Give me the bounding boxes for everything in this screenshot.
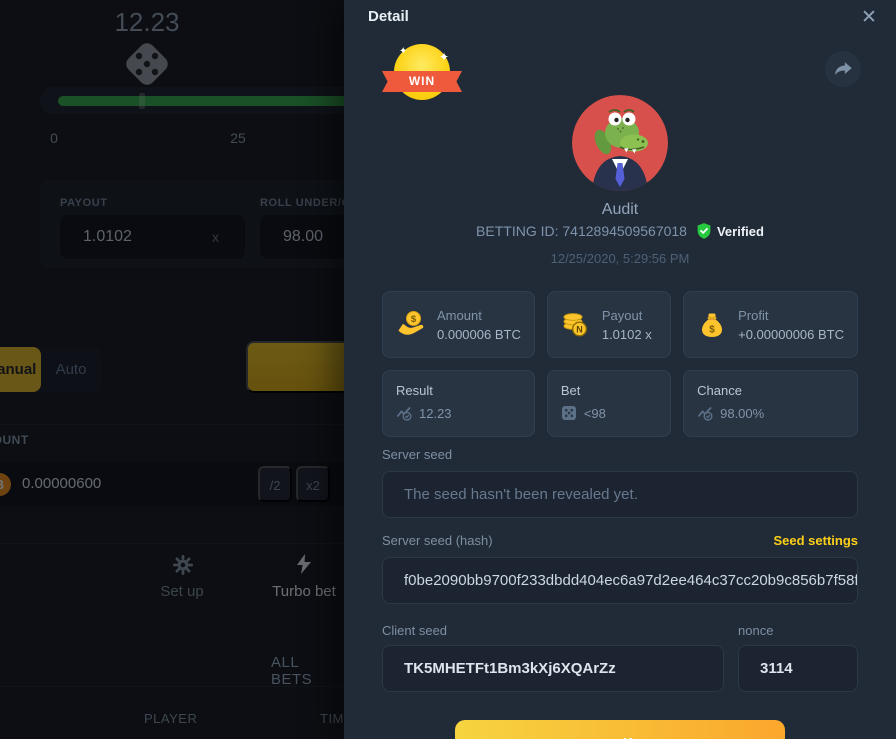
svg-text:$: $ <box>411 314 417 325</box>
stat-card-profit: $ Profit +0.00000006 BTC <box>683 291 858 358</box>
seed-settings-link[interactable]: Seed settings <box>773 533 858 548</box>
bet-detail-modal: Detail ✕ ✦ ✦ WIN <box>344 0 896 739</box>
client-seed-input[interactable]: TK5MHETFt1Bm3kXj6XQArZz <box>382 645 724 692</box>
stat-value: 1.0102 x <box>602 327 652 342</box>
coins-icon: N <box>561 310 591 340</box>
svg-text:$: $ <box>709 324 715 335</box>
money-bag-icon: $ <box>697 310 727 340</box>
verified-badge: Verified <box>695 222 764 240</box>
stat-value: 0.000006 BTC <box>437 327 521 342</box>
stat-value: <98 <box>584 406 606 421</box>
sparkle-icon: ✦ <box>399 46 407 57</box>
stat-cards-grid: $ Amount 0.000006 BTC N Payout 1.0102 x <box>382 291 858 437</box>
betting-id-row: BETTING ID: 7412894509567018 Verified <box>344 222 896 240</box>
modal-backdrop <box>0 0 344 739</box>
share-button[interactable] <box>825 51 861 87</box>
chart-check-icon <box>697 405 713 421</box>
server-seed-input[interactable]: The seed hasn't been revealed yet. <box>382 471 858 518</box>
stat-value: 12.23 <box>419 406 452 421</box>
seed-section: Server seed The seed hasn't been reveale… <box>382 440 858 739</box>
stat-card-bet: Bet <98 <box>547 370 671 437</box>
stat-label: Chance <box>697 383 844 398</box>
nonce-input[interactable]: 3114 <box>738 645 858 692</box>
stat-value: 98.00% <box>720 406 764 421</box>
stat-card-chance: Chance 98.00% <box>683 370 858 437</box>
bet-timestamp: 12/25/2020, 5:29:56 PM <box>344 251 896 266</box>
server-seed-label: Server seed <box>382 447 858 462</box>
win-badge-label: WIN <box>382 71 462 92</box>
stat-label: Bet <box>561 383 657 398</box>
client-seed-value: TK5MHETFt1Bm3kXj6XQArZz <box>404 660 616 677</box>
dice-game-panel: 12.23 0 25 PAYOUT 1.0102 x ROLL UNDER/OV… <box>0 0 344 739</box>
close-icon[interactable]: ✕ <box>856 4 882 30</box>
stat-card-amount: $ Amount 0.000006 BTC <box>382 291 535 358</box>
betting-id: BETTING ID: 7412894509567018 <box>476 223 687 239</box>
server-seed-hash-value: f0be2090bb9700f233dbdd404ec6a97d2ee464c3… <box>404 572 858 589</box>
share-arrow-icon <box>832 58 854 80</box>
svg-text:N: N <box>576 324 583 334</box>
stat-card-result: Result 12.23 <box>382 370 535 437</box>
nonce-label: nonce <box>738 623 858 638</box>
sparkle-icon: ✦ <box>439 50 449 64</box>
server-seed-hash-input[interactable]: f0be2090bb9700f233dbdd404ec6a97d2ee464c3… <box>382 557 858 604</box>
nonce-value: 3114 <box>760 660 793 677</box>
stat-label: Result <box>396 383 521 398</box>
verified-label: Verified <box>717 224 764 239</box>
client-seed-label: Client seed <box>382 623 724 638</box>
modal-title: Detail <box>368 8 409 25</box>
chart-check-icon <box>396 405 412 421</box>
stat-card-payout: N Payout 1.0102 x <box>547 291 671 358</box>
server-seed-hash-label: Server seed (hash) <box>382 533 493 548</box>
stat-value: +0.00000006 BTC <box>738 327 844 342</box>
avatar <box>572 95 668 191</box>
server-seed-value: The seed hasn't been revealed yet. <box>404 486 638 503</box>
stat-label: Payout <box>602 308 652 323</box>
win-badge: ✦ ✦ WIN <box>382 44 462 106</box>
verify-button[interactable]: Verify <box>455 720 785 739</box>
shield-check-icon <box>695 222 713 240</box>
player-name: Audit <box>344 201 896 219</box>
dice-icon <box>561 405 577 421</box>
hand-coin-icon: $ <box>396 310 426 340</box>
stat-label: Profit <box>738 308 844 323</box>
stat-label: Amount <box>437 308 521 323</box>
